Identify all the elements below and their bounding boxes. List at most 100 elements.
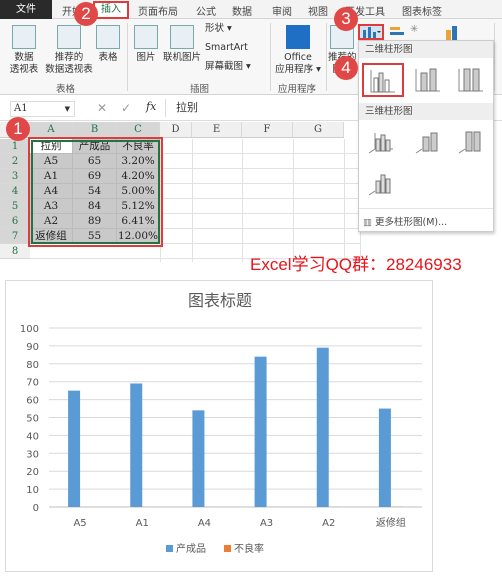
- chevron-down-icon: ▼: [65, 102, 70, 116]
- step-badge-4: 4: [334, 56, 358, 80]
- row-header[interactable]: 6: [0, 214, 30, 229]
- picture-button[interactable]: 图片: [132, 25, 160, 64]
- chart-area[interactable]: 图表标题0102030405060708090100A5A1A4A3A2返修组产…: [5, 280, 433, 572]
- row-header[interactable]: 4: [0, 184, 30, 199]
- gridline: [192, 139, 193, 262]
- column-header[interactable]: E: [192, 122, 242, 138]
- row-header[interactable]: 2: [0, 154, 30, 169]
- clustered-column-option[interactable]: [362, 63, 404, 97]
- cancel-icon[interactable]: ✕: [97, 101, 107, 115]
- stacked-column-icon: [414, 67, 442, 93]
- tab-review[interactable]: 审阅: [272, 3, 292, 18]
- 3d-percent-column-option[interactable]: [457, 129, 485, 158]
- watermark-text: Excel学习QQ群：28246933: [250, 250, 462, 275]
- group-label-apps: 应用程序: [278, 81, 316, 95]
- y-tick-label: 100: [20, 324, 39, 335]
- row-header[interactable]: 7: [0, 229, 30, 244]
- column-header[interactable]: C: [117, 122, 160, 138]
- label: 图片: [136, 52, 155, 63]
- tab-insert[interactable]: 插入: [93, 1, 129, 19]
- bar-output: [255, 357, 267, 507]
- y-tick-label: 70: [26, 378, 39, 389]
- step-badge-2: 2: [74, 2, 98, 26]
- radar-chart-icon: ✳: [410, 24, 418, 35]
- label: 推荐的 数据透视表: [45, 52, 93, 75]
- label: Office 应用程序 ▾: [275, 52, 321, 75]
- divider: [127, 23, 128, 91]
- smartart-button[interactable]: SmartArt: [205, 42, 248, 54]
- gridline: [344, 139, 345, 262]
- bar-output: [130, 383, 142, 507]
- tab-page-layout[interactable]: 页面布局: [138, 3, 178, 18]
- office-icon: [286, 25, 310, 49]
- online-picture-icon: [170, 25, 194, 49]
- radar-chart-button[interactable]: ✳: [410, 24, 426, 38]
- bar-output: [192, 410, 204, 507]
- name-box[interactable]: A1▼: [10, 101, 75, 117]
- row-header[interactable]: 5: [0, 199, 30, 214]
- more-charts-icon: ▥: [363, 217, 375, 228]
- gridline: [242, 139, 243, 262]
- column-header[interactable]: G: [293, 122, 344, 138]
- table-button[interactable]: 表格: [94, 25, 122, 64]
- y-tick-label: 10: [26, 485, 39, 496]
- column-header[interactable]: F: [242, 122, 293, 138]
- column-header[interactable]: A: [30, 122, 73, 138]
- picture-icon: [134, 25, 158, 49]
- percent-stacked-column-option[interactable]: [457, 67, 485, 96]
- column-header[interactable]: B: [73, 122, 117, 138]
- spreadsheet-grid: ABCDEFG12345678拉别产成品不良率A5653.20%A1694.20…: [0, 122, 360, 262]
- label: 数据 透视表: [10, 52, 39, 75]
- highlight-box: [28, 137, 163, 247]
- combo-chart-button[interactable]: [444, 24, 462, 40]
- x-tick-label: A3: [260, 518, 273, 529]
- x-tick-label: A1: [136, 518, 149, 529]
- column-chart-dropdown: 二维柱形图 三维柱形图 ▥ 更多柱形图(M)...: [358, 40, 494, 232]
- divider: [494, 23, 495, 91]
- recommended-pivot-button[interactable]: 推荐的 数据透视表: [44, 25, 94, 76]
- 3d-clustered-column-option[interactable]: [367, 129, 395, 158]
- bar-output: [379, 409, 391, 507]
- x-tick-label: 返修组: [376, 516, 406, 529]
- bar-output: [68, 391, 80, 507]
- pivot-table-icon: [12, 25, 36, 49]
- column-header[interactable]: D: [160, 122, 192, 138]
- tab-chart-labels[interactable]: 图表标签: [402, 3, 442, 18]
- formula-input[interactable]: 拉别: [165, 99, 360, 117]
- divider: [270, 23, 271, 91]
- confirm-icon[interactable]: ✓: [121, 101, 131, 115]
- y-tick-label: 60: [26, 396, 39, 407]
- column-chart-button[interactable]: [358, 24, 384, 40]
- row-header[interactable]: 8: [0, 244, 30, 259]
- divider: [326, 23, 327, 91]
- tab-data[interactable]: 数据: [232, 3, 252, 18]
- section-3d-column: 三维柱形图: [359, 103, 493, 120]
- more-column-charts-link[interactable]: ▥ 更多柱形图(M)...: [359, 208, 493, 228]
- office-apps-button[interactable]: Office 应用程序 ▾: [274, 25, 322, 76]
- bar-chart-icon: [390, 26, 408, 38]
- stacked-column-option[interactable]: [414, 67, 442, 96]
- 3d-stacked-column-icon: [414, 129, 442, 155]
- column-chart-icon: [360, 26, 382, 38]
- chart-title: 图表标题: [188, 291, 252, 310]
- insert-function-icon[interactable]: fx: [146, 100, 156, 113]
- legend-label: 产成品: [176, 542, 206, 555]
- tab-file[interactable]: 文件: [0, 0, 52, 19]
- screenshot-button[interactable]: 屏幕截图 ▾: [205, 61, 251, 73]
- tab-view[interactable]: 视图: [308, 3, 328, 18]
- shapes-button[interactable]: 形状 ▾: [205, 23, 232, 35]
- tab-formulas[interactable]: 公式: [196, 3, 216, 18]
- bar-chart-button[interactable]: [390, 26, 408, 38]
- row-header[interactable]: 1: [0, 139, 30, 154]
- row-header[interactable]: 3: [0, 169, 30, 184]
- gridline: [293, 139, 294, 262]
- label: 联机图片: [163, 52, 201, 63]
- pivot-table-button[interactable]: 数据 透视表: [6, 25, 42, 76]
- 3d-stacked-column-option[interactable]: [414, 129, 442, 158]
- x-tick-label: A2: [322, 518, 335, 529]
- x-tick-label: A4: [198, 518, 211, 529]
- y-tick-label: 80: [26, 360, 39, 371]
- online-picture-button[interactable]: 联机图片: [162, 25, 202, 64]
- x-tick-label: A5: [73, 518, 86, 529]
- 3d-column-option[interactable]: [367, 171, 395, 200]
